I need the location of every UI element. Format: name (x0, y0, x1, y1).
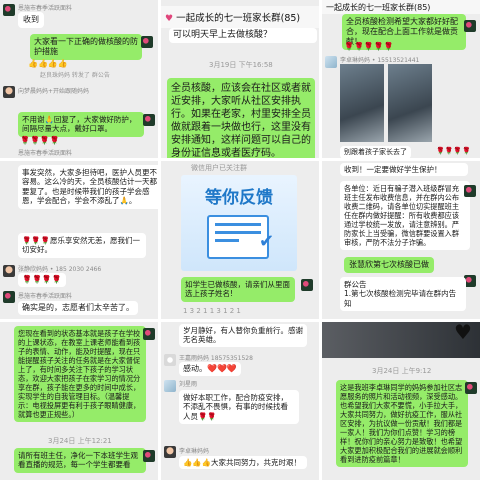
chat-title: 一起成长的七一班家长群(85) (322, 0, 480, 14)
avatar[interactable] (3, 86, 15, 98)
sender-name: 恩施市春季活跃面料 (18, 150, 73, 157)
timestamp: 3月19日 下午16:58 (209, 61, 273, 69)
photo-thumbnail[interactable] (388, 64, 432, 142)
message-bubble[interactable]: 张慧欣第七次核酸已做 (344, 257, 434, 273)
message-bubble[interactable]: 岁月静好，有人替你负重前行。感谢无名英雄。 (179, 324, 307, 347)
sender-name: 李卓琳妈妈 • 15513521441 (340, 57, 420, 64)
avatar[interactable] (143, 450, 155, 462)
chat-screenshot-6: 收到！一定要做好学生保护！ 各单位：近日有骗子潜入班级群冒充班主任发布收费信息，… (322, 161, 480, 319)
notice-body: 1.第七次核酸检测完毕请在群内告知 (344, 289, 457, 308)
rose-row: 🌹🌹🌹🌹 (20, 136, 60, 145)
message-bubble[interactable]: 群公告 1.第七次核酸检测完毕请在群内告知 (340, 277, 466, 312)
message-bubble[interactable]: 🌹🌹🌹🌹 (18, 273, 66, 287)
sender-name: 王嘉雨妈妈 18575351528 (179, 355, 253, 362)
message-bubble[interactable]: 如学生已做核酸，请亲们从里面选上孩子姓名! (181, 277, 295, 302)
poll-options: 1 3 2 1 1 3 1 2 1 (183, 307, 241, 315)
avatar[interactable] (3, 4, 15, 16)
banner-title: 等你反馈 (205, 188, 273, 208)
avatar[interactable] (464, 20, 476, 32)
avatar[interactable] (3, 291, 15, 303)
avatar[interactable] (464, 185, 476, 197)
heart-row: ❤️❤️❤️ (207, 364, 237, 373)
message-bubble[interactable]: 别跟着孩子家长去了 (340, 146, 411, 158)
chat-title: ♥ 一起成长的七一班家长群(85) (161, 6, 319, 28)
avatar[interactable] (143, 114, 155, 126)
avatar[interactable] (164, 354, 176, 366)
message-text: 感动。 (183, 364, 207, 373)
back-icon[interactable]: ♥ (165, 14, 173, 24)
message-bubble[interactable]: 请所有班主任，净化一下本班学生观看直播的规范，每一个学生都要看 (14, 448, 146, 473)
message-bubble[interactable]: 👍👍👍大家共同努力，共克时艰！ (179, 456, 307, 470)
avatar[interactable] (3, 265, 15, 277)
check-icon: ✔ (259, 231, 275, 252)
avatar[interactable] (325, 56, 337, 68)
notice-title: 群公告 (344, 280, 367, 289)
group-title: 一起成长的七一班家长群(85) (176, 13, 301, 24)
rose-row: 🌹🌹🌹🌹 (436, 147, 471, 155)
message-bubble[interactable]: 大家看一下正确的做核酸的防护措施 (30, 34, 142, 60)
timestamp: 3月24日 上午9:12 (372, 367, 432, 375)
timestamp: 3月24日 上午12:21 (48, 437, 112, 445)
feedback-card[interactable]: 等你反馈 ✔ (181, 175, 297, 271)
message-bubble[interactable]: 可以明天早上去做核酸？ (169, 28, 317, 44)
chat-screenshot-4: 事发突然，大家多担待吧，医护人员更不容易。这么冷的天，全员核酸估计一天都要复了。… (0, 161, 158, 319)
chat-screenshot-8: 岁月静好，有人替你负重前行。感谢无名英雄。 王嘉雨妈妈 18575351528 … (161, 322, 319, 480)
heart-icon: ♥ (454, 322, 472, 344)
rose-row: 🌹🌹🌹🌹 (22, 275, 62, 284)
chat-screenshot-5: 微信用户已关注群 等你反馈 ✔ 如学生已做核酸，请亲们从里面选上孩子姓名! 1 … (161, 161, 319, 319)
chat-screenshot-7: 您现在看到的状态基本就是孩子在学校的上课状态，在教室上课老师能看到孩子的表情、动… (0, 322, 158, 480)
sender-name: 恩施市春季活跃面料 (18, 293, 73, 300)
message-bubble[interactable]: 感动。❤️❤️❤️ (179, 362, 241, 376)
avatar[interactable] (301, 279, 313, 291)
message-bubble[interactable]: 不用谢🙏回复了，大家做好防护，间隔尽量大点，戴好口罩。 (18, 112, 144, 137)
message-bubble[interactable]: 事发突然，大家多担待吧，医护人员更不容易。这么冷的天，全员核酸估计一天都要复了。… (18, 165, 158, 209)
avatar[interactable] (164, 380, 176, 392)
emoji-row: 👍👍👍👍 (28, 59, 68, 68)
message-bubble[interactable]: 收到！一定要做好学生保护！ (340, 163, 468, 177)
group-notice-meta: 赵良珠妈妈 转发了 群公告 (40, 72, 110, 79)
system-note: 微信用户已关注群 (191, 164, 247, 172)
message-bubble[interactable]: 收到 (18, 12, 44, 28)
message-bubble[interactable]: 这是我班李卓琳同学的妈妈参加社区志愿服务的照片和活动视频，深受感动。也希望我们大… (336, 380, 468, 467)
message-bubble[interactable]: 各单位：近日有骗子潜入班级群冒充班主任发布收费信息，并在群内公布收费二维码，请各… (340, 181, 470, 250)
sender-name: 李卓琳妈妈 (179, 448, 210, 455)
avatar[interactable] (465, 382, 477, 394)
message-bubble[interactable]: 全员核酸，应该会在社区或者就近安排，大家听从社区安排执行。如果在老家，村里安排全… (167, 78, 315, 158)
chat-screenshot-3: 一起成长的七一班家长群(85) 全员核酸检测希望大家都好好配合，现在配合上面工作… (322, 0, 480, 158)
message-bubble[interactable]: 🌹🌹🌹愿乐享安然无恙，愿我们一切安好。 (18, 233, 146, 258)
chat-screenshot-9: ♥ 3月24日 上午9:12 这是我班李卓琳同学的妈妈参加社区志愿服务的照片和活… (322, 322, 480, 480)
message-bubble[interactable]: 您现在看到的状态基本就是孩子在学校的上课状态，在教室上课老师能看到孩子的表情、动… (14, 326, 146, 422)
avatar[interactable] (141, 36, 153, 48)
avatar[interactable] (164, 446, 176, 458)
rose-row: 🌹🌹🌹🌹🌹 (344, 42, 394, 51)
sender-name: 张静欣妈妈 • 185 2030 2466 (18, 266, 102, 273)
sender-name: 向梦晨妈妈+开始跟随妈妈 (18, 88, 90, 95)
sender-name: 刘星雨 (179, 381, 198, 388)
message-bubble[interactable]: 确实是的，志愿者们太辛苦了。 (18, 301, 138, 315)
chat-screenshot-1: 恩施市春季活跃面料 收到 大家看一下正确的做核酸的防护措施 👍👍👍👍 赵良珠妈妈… (0, 0, 158, 158)
message-bubble[interactable]: 做好本职工作，配合防疫安排，不添乱不畏惧，有事的时候找看人员🌹🌹 (179, 390, 299, 425)
photo-thumbnail[interactable] (340, 64, 384, 142)
avatar[interactable] (143, 328, 155, 340)
chat-screenshot-2: ♥ 一起成长的七一班家长群(85) 可以明天早上去做核酸？ 3月19日 下午16… (161, 0, 319, 158)
sender-name: 恩施市春季活跃面料 (18, 5, 73, 12)
